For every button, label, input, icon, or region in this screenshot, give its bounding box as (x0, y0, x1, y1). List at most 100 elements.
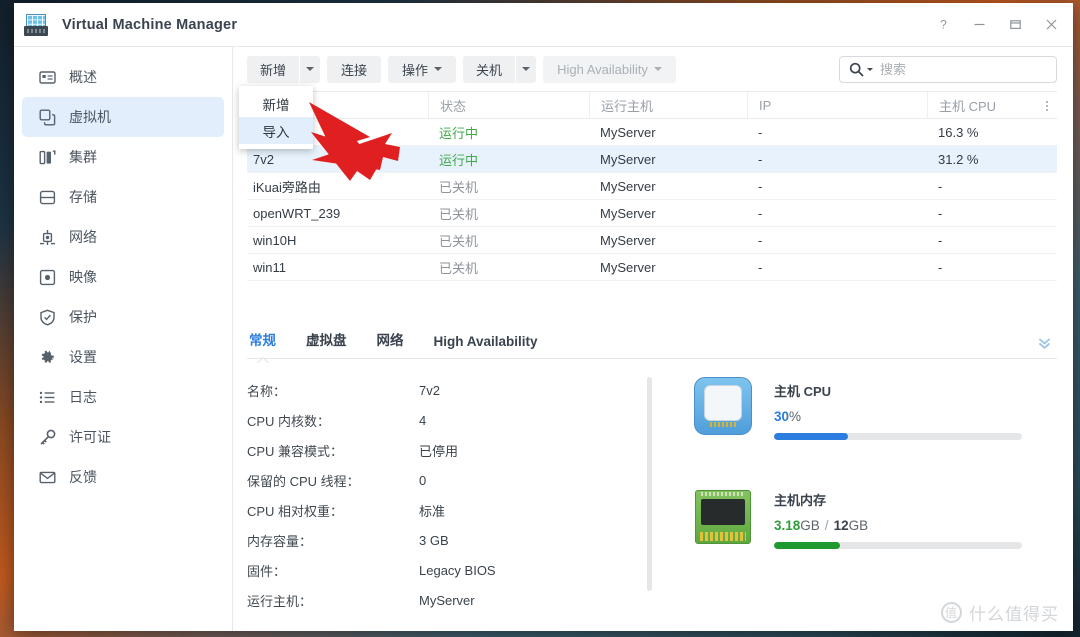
sidebar-item-network[interactable]: 网络 (22, 217, 224, 257)
log-list-icon (38, 388, 56, 406)
virtual-machine-icon (38, 108, 56, 126)
property-value: Legacy BIOS (419, 563, 496, 578)
gauge-value-separator: / (825, 518, 829, 533)
cluster-icon (38, 148, 56, 166)
column-options-icon[interactable] (1040, 97, 1054, 115)
detail-panel: 常规 虚拟盘 网络 High Availability 名称：7v2 CPU 内… (233, 321, 1073, 631)
cell-status: 运行中 (428, 119, 589, 146)
gauge-progress-bar (774, 433, 1022, 440)
cell-cpu: - (927, 173, 1057, 200)
connect-button[interactable]: 连接 (327, 56, 381, 83)
cell-name: win11 (247, 254, 428, 281)
search-box[interactable] (839, 56, 1057, 83)
double-chevron-down-icon[interactable] (1031, 330, 1057, 354)
help-button[interactable]: ? (925, 7, 961, 43)
high-availability-button[interactable]: High Availability (543, 56, 676, 83)
search-icon (849, 62, 873, 77)
property-row: 名称：7v2 (247, 375, 647, 405)
image-icon (38, 268, 56, 286)
sidebar-item-overview[interactable]: 概述 (22, 57, 224, 97)
key-icon (38, 428, 56, 446)
table-row[interactable]: 运行中 MyServer - 16.3 % (247, 119, 1057, 146)
gauge-value-number: 3.18 (774, 518, 800, 533)
shield-icon (38, 308, 56, 326)
cell-status: 运行中 (428, 146, 589, 173)
new-dropdown-toggle[interactable] (300, 56, 320, 83)
main-content: 新增 连接 操作 关机 High Availability 新增 (233, 47, 1073, 631)
table-row[interactable]: win11 已关机 MyServer - - (247, 254, 1057, 281)
memory-module-icon (694, 486, 752, 544)
property-row: 内存容量：3 GB (247, 525, 647, 555)
minimize-button[interactable] (961, 7, 997, 43)
sidebar-item-log[interactable]: 日志 (22, 377, 224, 417)
property-label: CPU 内核数： (247, 411, 419, 430)
cell-name: win10H (247, 227, 428, 254)
sidebar-item-settings[interactable]: 设置 (22, 337, 224, 377)
gauge-progress-bar (774, 542, 1022, 549)
table-row[interactable]: openWRT_239 已关机 MyServer - - (247, 200, 1057, 227)
property-label: CPU 兼容模式： (247, 441, 419, 460)
new-button[interactable]: 新增 (247, 56, 299, 83)
cell-status: 已关机 (428, 254, 589, 281)
cell-status: 已关机 (428, 200, 589, 227)
sidebar-item-cluster[interactable]: 集群 (22, 137, 224, 177)
cell-host: MyServer (589, 254, 747, 281)
svg-text:?: ? (940, 18, 947, 31)
tab-network[interactable]: 网络 (375, 329, 406, 358)
sidebar-item-label: 许可证 (69, 430, 111, 444)
cell-status: 已关机 (428, 227, 589, 254)
table-row[interactable]: win10H 已关机 MyServer - - (247, 227, 1057, 254)
watermark: 值 什么值得买 (941, 600, 1059, 625)
close-button[interactable] (1033, 7, 1069, 43)
sidebar-item-license[interactable]: 许可证 (22, 417, 224, 457)
watermark-text: 什么值得买 (969, 600, 1059, 625)
table-row[interactable]: 7v2 运行中 MyServer - 31.2 % (247, 146, 1057, 173)
search-input[interactable] (880, 62, 1056, 77)
shutdown-dropdown-toggle[interactable] (516, 56, 536, 83)
column-header-cpu[interactable]: 主机 CPU (927, 91, 1057, 119)
tab-virtual-disk[interactable]: 虚拟盘 (304, 329, 349, 358)
cell-ip: - (747, 200, 927, 227)
chevron-down-icon (522, 67, 530, 71)
menu-item-new[interactable]: 新增 (239, 90, 313, 117)
detail-body: 名称：7v2 CPU 内核数：4 CPU 兼容模式：已停用 保留的 CPU 线程… (247, 359, 1057, 631)
sidebar-item-protection[interactable]: 保护 (22, 297, 224, 337)
window-title: Virtual Machine Manager (62, 17, 237, 33)
column-header-ip[interactable]: IP (747, 91, 927, 119)
property-row: 固件：Legacy BIOS (247, 555, 647, 585)
property-label: 固件： (247, 561, 419, 580)
sidebar-item-storage[interactable]: 存储 (22, 177, 224, 217)
cell-host: MyServer (589, 227, 747, 254)
cell-host: MyServer (589, 200, 747, 227)
toolbar: 新增 连接 操作 关机 High Availability 新增 (233, 47, 1073, 91)
menu-item-import[interactable]: 导入 (239, 117, 313, 144)
table-row[interactable]: iKuai旁路由 已关机 MyServer - - (247, 173, 1057, 200)
search-scope-chevron-icon[interactable] (867, 68, 873, 71)
property-label: 名称： (247, 381, 419, 400)
cell-cpu: - (927, 200, 1057, 227)
column-header-status[interactable]: 状态 (428, 91, 589, 119)
sidebar-item-virtual-machine[interactable]: 虚拟机 (22, 97, 224, 137)
sidebar-item-feedback[interactable]: 反馈 (22, 457, 224, 497)
sidebar-item-label: 反馈 (69, 470, 97, 484)
high-availability-label: High Availability (557, 62, 648, 77)
property-row: CPU 内核数：4 (247, 405, 647, 435)
column-header-host[interactable]: 运行主机 (589, 91, 747, 119)
tab-general[interactable]: 常规 (247, 329, 278, 358)
sidebar-item-image[interactable]: 映像 (22, 257, 224, 297)
property-value: 标准 (419, 501, 445, 520)
shutdown-button[interactable]: 关机 (463, 56, 515, 83)
cpu-chip-icon (694, 377, 752, 435)
tab-high-availability[interactable]: High Availability (432, 334, 540, 358)
sidebar-item-label: 集群 (69, 150, 97, 164)
maximize-button[interactable] (997, 7, 1033, 43)
property-label: 运行主机： (247, 591, 419, 610)
title-bar: Virtual Machine Manager ? (14, 3, 1073, 47)
action-button[interactable]: 操作 (388, 56, 456, 83)
vm-table: 名称 状态 运行主机 IP 主机 CPU 运行中 MyServer - 16.3… (233, 91, 1073, 321)
application-window: Virtual Machine Manager ? 概述 (14, 3, 1073, 631)
table-header-row: 名称 状态 运行主机 IP 主机 CPU (247, 91, 1057, 119)
gauge-host-memory: 主机内存 3.18GB/12GB (694, 486, 1057, 549)
cell-host: MyServer (589, 119, 747, 146)
property-label: 保留的 CPU 线程： (247, 471, 419, 490)
